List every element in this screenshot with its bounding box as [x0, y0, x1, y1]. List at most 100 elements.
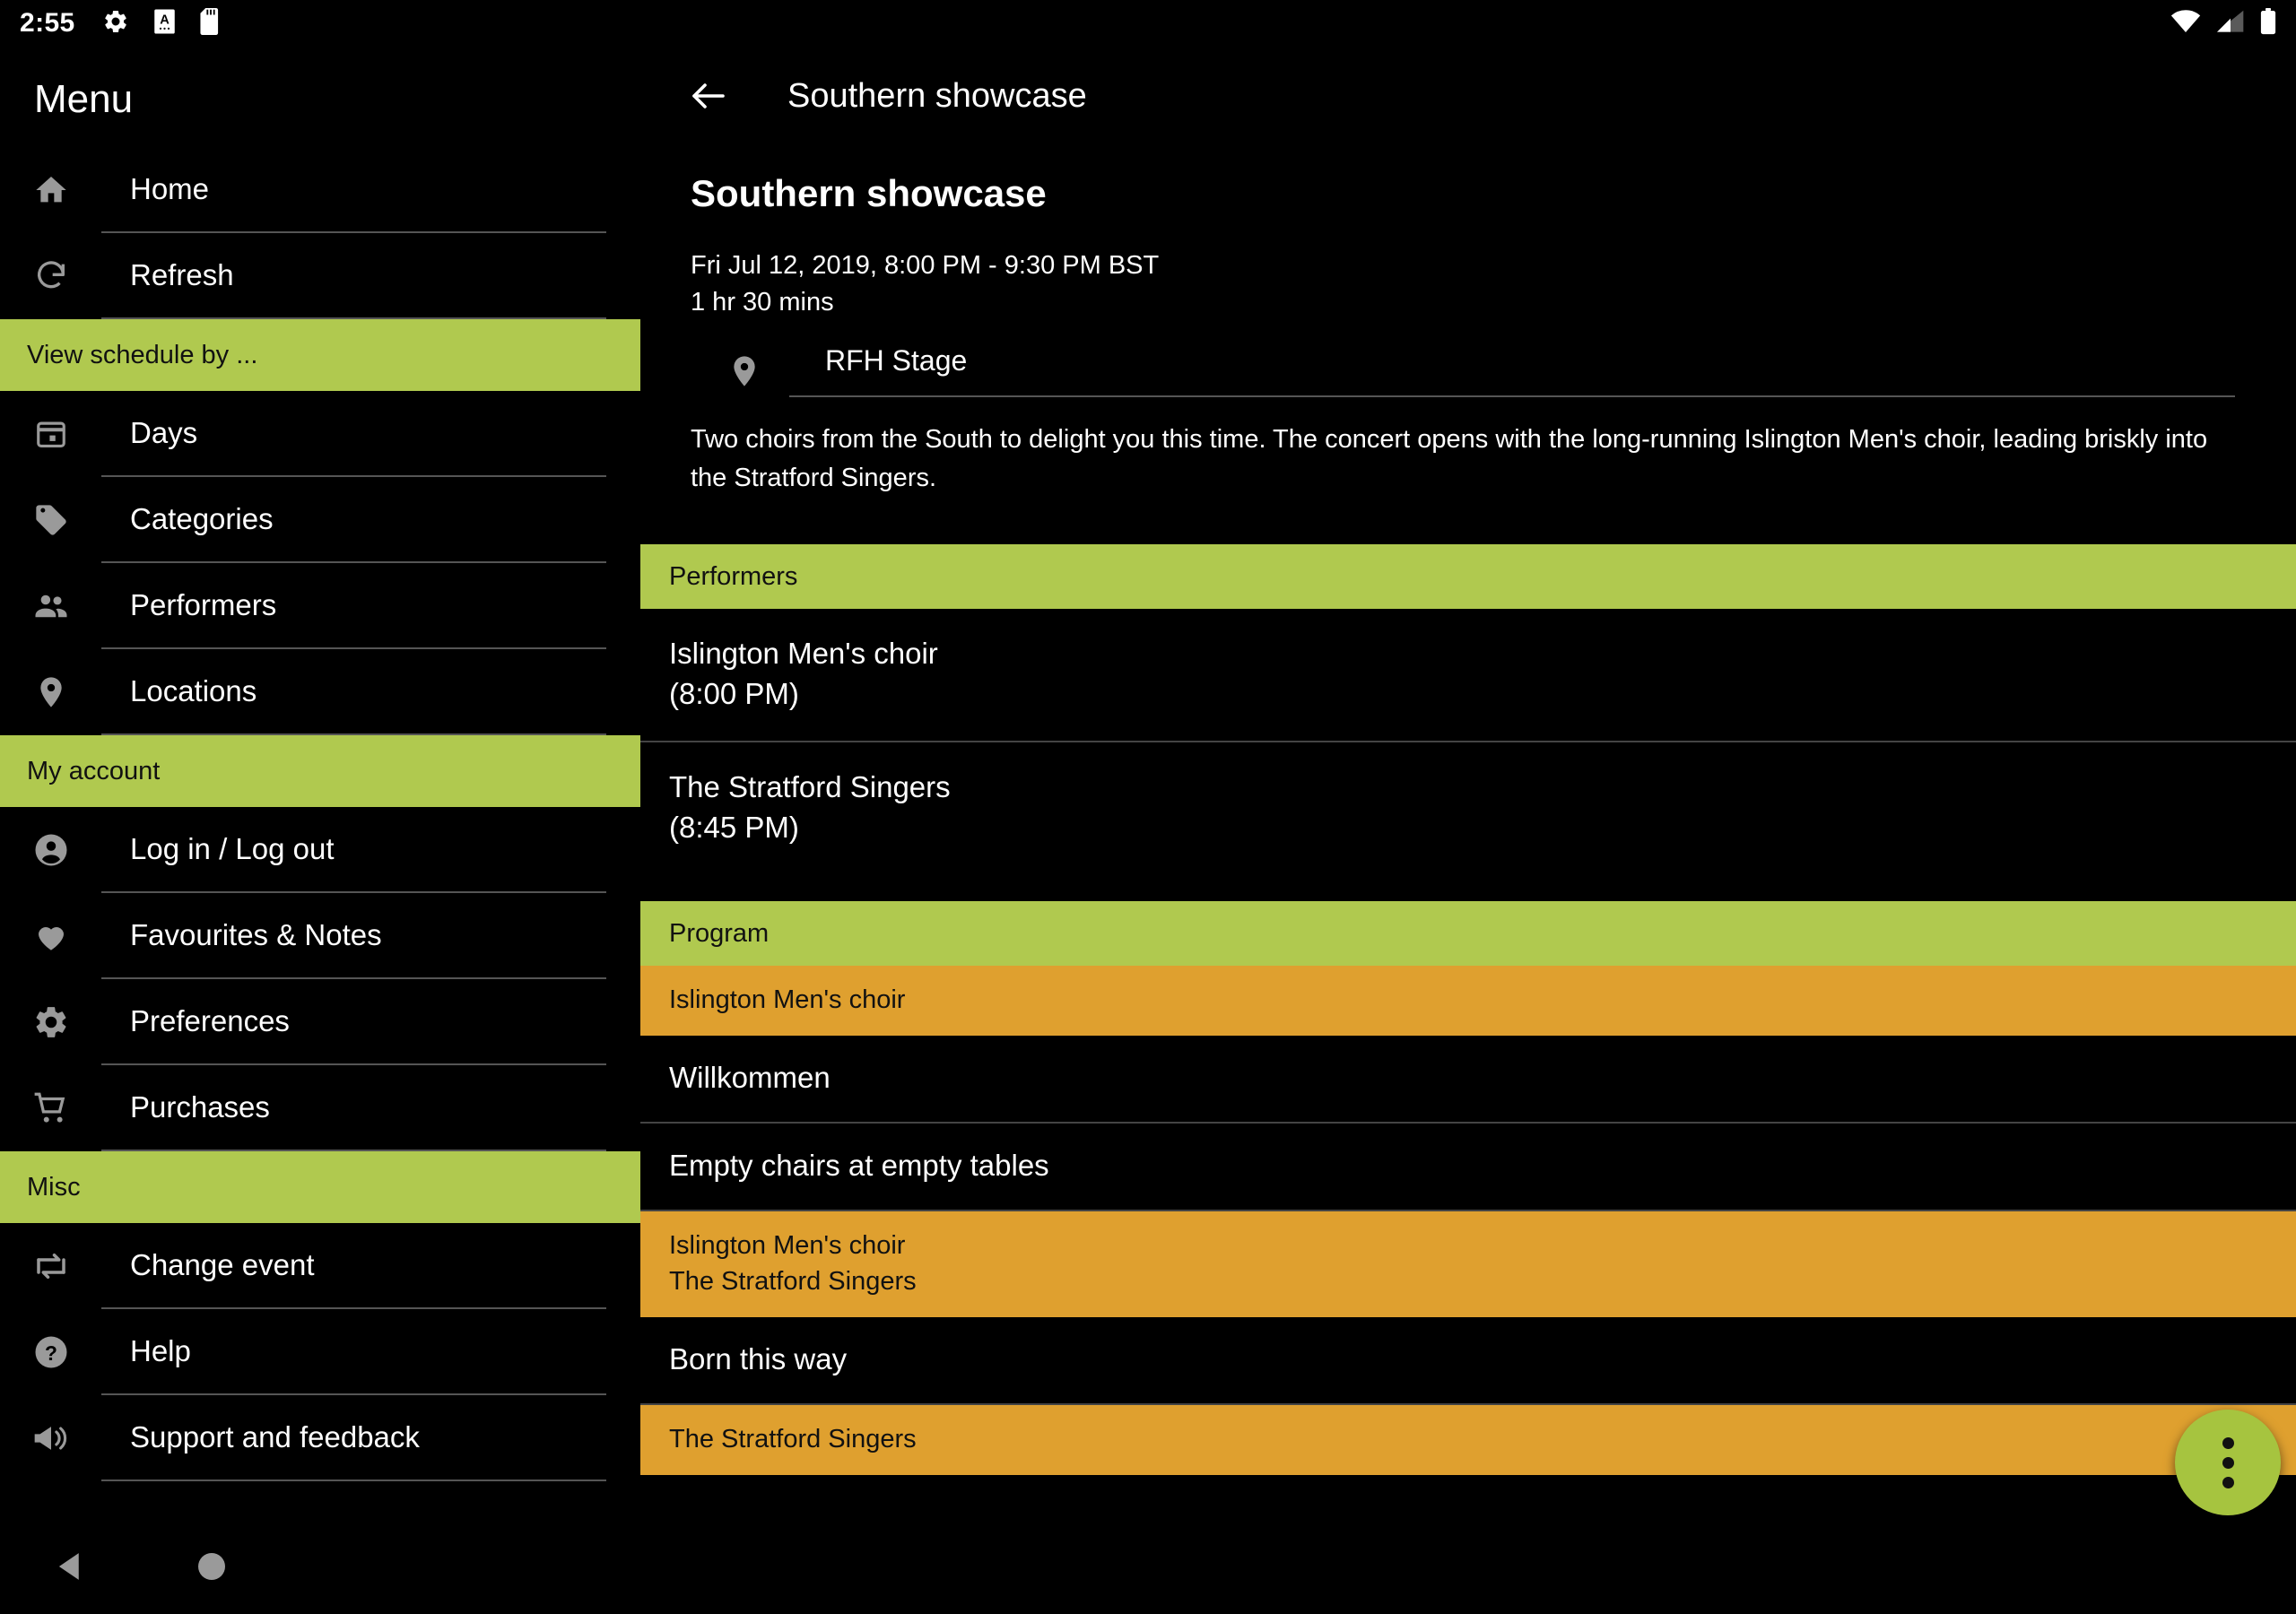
program-performer-name: The Stratford Singers: [669, 1267, 917, 1297]
tag-icon: [0, 477, 101, 563]
program-piece-title: Willkommen: [669, 1061, 831, 1095]
sidebar-item-label: Favourites & Notes: [101, 893, 606, 979]
sidebar-item-label: Days: [101, 391, 606, 477]
event-datetime-group: Fri Jul 12, 2019, 8:00 PM - 9:30 PM BST …: [691, 247, 2253, 321]
svg-text:?: ?: [45, 1341, 57, 1365]
event-datetime: Fri Jul 12, 2019, 8:00 PM - 9:30 PM BST: [691, 251, 1160, 280]
program-performer-row[interactable]: Islington Men's choir The Stratford Sing…: [640, 1211, 2296, 1318]
program-piece-title: Empty chairs at empty tables: [669, 1149, 1049, 1183]
megaphone-icon: [0, 1395, 101, 1481]
section-header-performers: Performers: [640, 544, 2296, 610]
location-pin-icon: [700, 353, 789, 389]
people-icon: [0, 563, 101, 649]
gear-icon: [102, 8, 129, 39]
sidebar-item-locations[interactable]: Locations: [0, 649, 640, 735]
shopping-cart-icon: [0, 1065, 101, 1151]
status-bar-notification-icons: A: [102, 7, 222, 39]
sidebar-item-label: Categories: [101, 477, 606, 563]
program-performer-name: Islington Men's choir: [669, 985, 906, 1015]
more-vert-icon-dot: [2222, 1476, 2234, 1488]
event-duration: 1 hr 30 mins: [691, 288, 834, 317]
sidebar-item-change-event[interactable]: Change event: [0, 1223, 640, 1309]
sidebar-item-home[interactable]: Home: [0, 147, 640, 233]
sidebar-item-label: Refresh: [101, 233, 606, 319]
sidebar-item-purchases[interactable]: Purchases: [0, 1065, 640, 1151]
sidebar-item-label: Locations: [101, 649, 606, 735]
account-circle-icon: [0, 807, 101, 893]
help-circle-icon: ?: [0, 1309, 101, 1395]
program-piece-row[interactable]: Willkommen: [640, 1036, 2296, 1124]
sd-card-icon: [200, 7, 222, 39]
sidebar-item-label: Support and feedback: [101, 1395, 606, 1481]
status-bar-clock: 2:55: [20, 8, 75, 38]
sidebar-item-support-and-feedback[interactable]: Support and feedback: [0, 1395, 640, 1481]
overflow-fab-button[interactable]: [2175, 1410, 2281, 1515]
svg-text:A: A: [160, 13, 170, 27]
event-location-row[interactable]: RFH Stage: [691, 344, 2253, 398]
program-piece-row[interactable]: Empty chairs at empty tables: [640, 1124, 2296, 1212]
page-title: Southern showcase: [691, 172, 1047, 214]
swap-icon: [0, 1223, 101, 1309]
navigation-drawer: Menu Home Refresh View schedule by ... D…: [0, 47, 640, 1523]
sidebar-item-log-in-log-out[interactable]: Log in / Log out: [0, 807, 640, 893]
sidebar-item-days[interactable]: Days: [0, 391, 640, 477]
program-performer-row[interactable]: The Stratford Singers: [640, 1405, 2296, 1476]
more-vert-icon: [2222, 1436, 2234, 1449]
program-performer-name: Islington Men's choir: [669, 1231, 906, 1261]
system-navigation-bar: [0, 1523, 2296, 1614]
status-bar: 2:55 A: [0, 0, 2296, 47]
more-vert-icon-dot: [2222, 1456, 2234, 1469]
nav-back-triangle-icon[interactable]: [52, 1548, 90, 1590]
performer-list-item[interactable]: The Stratford Singers (8:45 PM): [640, 742, 2296, 874]
document-a-icon: A: [152, 8, 177, 39]
location-pin-icon: [0, 649, 101, 735]
program-piece-row[interactable]: Born this way: [640, 1317, 2296, 1406]
section-header-program: Program: [640, 901, 2296, 967]
sidebar-item-categories[interactable]: Categories: [0, 477, 640, 563]
performer-name: The Stratford Singers: [669, 770, 951, 804]
app-screen: 2:55 A Menu Home Refresh View schedule b…: [0, 0, 2296, 1614]
gear-icon: [0, 979, 101, 1065]
arrow-left-icon[interactable]: [674, 62, 743, 130]
sidebar-item-label: Performers: [101, 563, 606, 649]
battery-icon: [2260, 7, 2276, 39]
sidebar-item-favourites-notes[interactable]: Favourites & Notes: [0, 893, 640, 979]
wifi-icon: [2170, 9, 2201, 38]
sidebar-item-label: Log in / Log out: [101, 807, 606, 893]
program-performer-name: The Stratford Singers: [669, 1425, 917, 1454]
event-detail-block: Southern showcase Fri Jul 12, 2019, 8:00…: [640, 145, 2296, 498]
heart-icon: [0, 893, 101, 979]
detail-pane: Southern showcase Southern showcase Fri …: [640, 47, 2296, 1523]
sidebar-item-label: Purchases: [101, 1065, 606, 1151]
drawer-title: Menu: [34, 77, 134, 121]
event-description: Two choirs from the South to delight you…: [691, 425, 2208, 493]
sidebar-section-view-schedule-by: View schedule by ...: [0, 319, 640, 391]
sidebar-item-refresh[interactable]: Refresh: [0, 233, 640, 319]
status-bar-system-icons: [2170, 7, 2276, 39]
refresh-icon: [0, 233, 101, 319]
sidebar-item-preferences[interactable]: Preferences: [0, 979, 640, 1065]
sidebar-item-help[interactable]: ? Help: [0, 1309, 640, 1395]
nav-home-circle-icon[interactable]: [196, 1550, 228, 1587]
sidebar-section-my-account: My account: [0, 735, 640, 807]
performer-list-item[interactable]: Islington Men's choir (8:00 PM): [640, 609, 2296, 743]
program-piece-title: Born this way: [669, 1342, 848, 1376]
performer-time: (8:45 PM): [669, 810, 799, 844]
sidebar-section-misc: Misc: [0, 1151, 640, 1223]
detail-spacer: [640, 498, 2296, 544]
sidebar-item-label: Preferences: [101, 979, 606, 1065]
performer-time: (8:00 PM): [669, 676, 799, 710]
app-bar-title: Southern showcase: [787, 76, 1087, 115]
event-location-name: RFH Stage: [789, 344, 2235, 398]
performer-name: Islington Men's choir: [669, 637, 938, 671]
signal-icon: [2217, 10, 2244, 38]
program-performer-row[interactable]: Islington Men's choir: [640, 966, 2296, 1037]
sidebar-item-label: Help: [101, 1309, 606, 1395]
home-icon: [0, 147, 101, 233]
section-gap: [640, 874, 2296, 902]
app-bar: Southern showcase: [640, 47, 2296, 145]
sidebar-item-performers[interactable]: Performers: [0, 563, 640, 649]
calendar-icon: [0, 391, 101, 477]
sidebar-item-label: Change event: [101, 1223, 606, 1309]
sidebar-item-label: Home: [101, 147, 606, 233]
